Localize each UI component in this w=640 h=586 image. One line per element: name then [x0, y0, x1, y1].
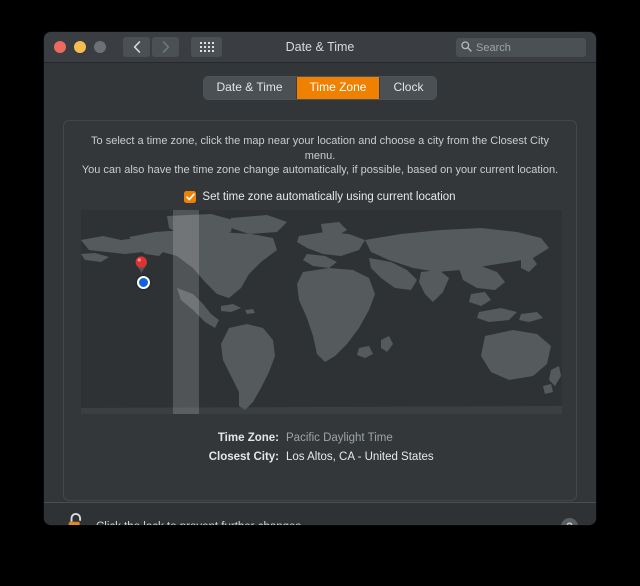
- tab-strip: Date & Time Time Zone Clock: [203, 77, 437, 99]
- auto-timezone-checkbox-row[interactable]: Set time zone automatically using curren…: [64, 190, 576, 203]
- search-icon: [461, 40, 472, 55]
- navigation-buttons: [123, 37, 179, 57]
- window-titlebar: Date & Time: [44, 32, 596, 63]
- current-location-dot-icon: [137, 276, 150, 289]
- window-controls: [54, 41, 106, 53]
- forward-button[interactable]: [152, 37, 179, 57]
- closest-city-row[interactable]: Closest City: Los Altos, CA - United Sta…: [64, 451, 576, 463]
- chevron-right-icon: [162, 41, 170, 53]
- time-zone-value: Pacific Daylight Time: [286, 432, 393, 444]
- window-body: Date & Time Time Zone Clock To select a …: [44, 63, 596, 525]
- time-zone-panel: To select a time zone, click the map nea…: [63, 120, 577, 501]
- pacific-timezone-band[interactable]: [173, 210, 199, 414]
- padlock-open-icon[interactable]: [66, 512, 86, 525]
- tab-time-zone[interactable]: Time Zone: [296, 77, 381, 99]
- help-button[interactable]: ?: [561, 518, 578, 525]
- search-field[interactable]: [456, 38, 586, 57]
- grid-dots-icon: [199, 42, 214, 52]
- map-pin-icon[interactable]: [134, 255, 149, 275]
- timezone-info: Time Zone: Pacific Daylight Time Closest…: [64, 432, 576, 470]
- tab-date-and-time[interactable]: Date & Time: [203, 77, 297, 99]
- instruction-text: To select a time zone, click the map nea…: [78, 134, 562, 178]
- world-map-landmasses: [81, 210, 562, 414]
- date-time-preferences-window: Date & Time Date & Time Time Zone Clock …: [44, 32, 596, 525]
- auto-timezone-checkbox[interactable]: [184, 190, 197, 203]
- lock-hint-text: Click the lock to prevent further change…: [96, 521, 304, 526]
- zoom-button[interactable]: [94, 41, 106, 53]
- back-button[interactable]: [123, 37, 150, 57]
- window-footer: Click the lock to prevent further change…: [44, 503, 596, 525]
- closest-city-label: Closest City:: [208, 451, 279, 463]
- world-map[interactable]: [81, 210, 562, 414]
- auto-timezone-checkbox-label: Set time zone automatically using curren…: [202, 190, 456, 203]
- instruction-line-2: You can also have the time zone change a…: [81, 164, 559, 176]
- tab-clock[interactable]: Clock: [380, 77, 437, 99]
- minimize-button[interactable]: [74, 41, 86, 53]
- show-all-preferences-button[interactable]: [191, 37, 222, 57]
- search-input[interactable]: [476, 41, 581, 54]
- instruction-line-1: To select a time zone, click the map nea…: [91, 135, 549, 162]
- chevron-left-icon: [133, 41, 141, 53]
- close-button[interactable]: [54, 41, 66, 53]
- time-zone-label: Time Zone:: [217, 432, 279, 444]
- tab-bar: Date & Time Time Zone Clock: [44, 77, 596, 99]
- lock-control[interactable]: Click the lock to prevent further change…: [66, 512, 304, 525]
- closest-city-value[interactable]: Los Altos, CA - United States: [286, 451, 434, 463]
- time-zone-row: Time Zone: Pacific Daylight Time: [64, 432, 576, 444]
